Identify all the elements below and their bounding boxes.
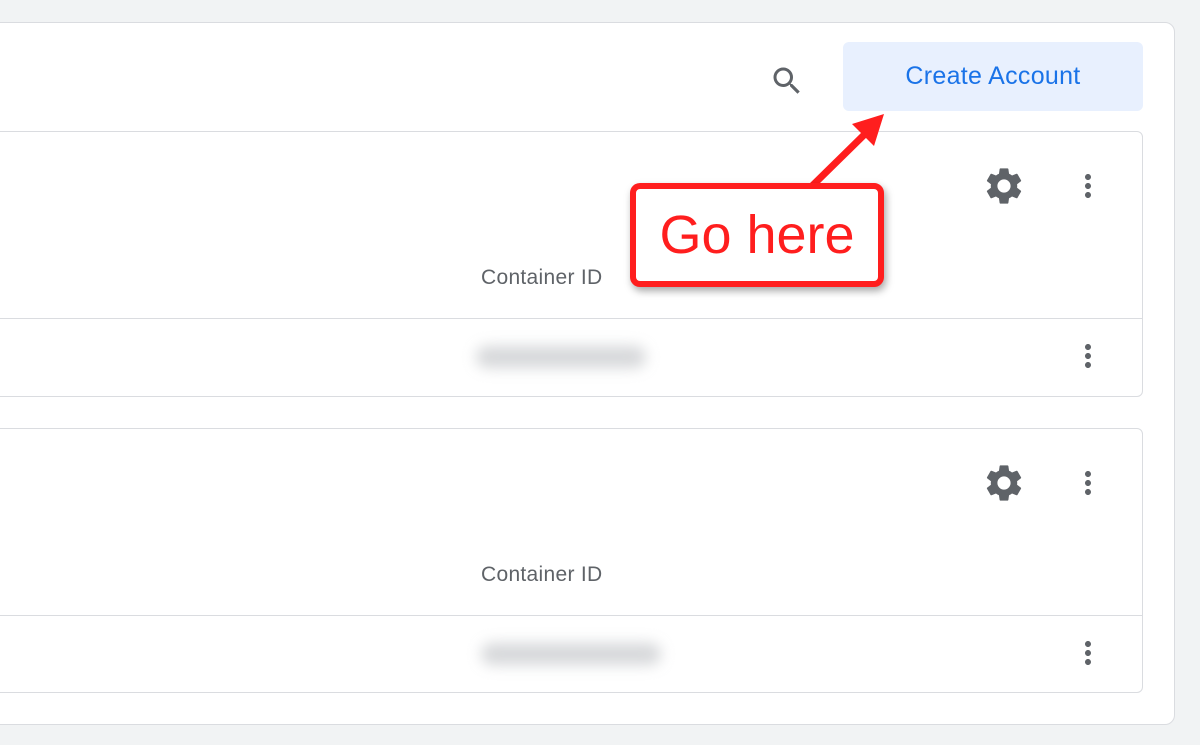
container-more-button[interactable] [1068, 629, 1108, 677]
go-here-callout: Go here [630, 183, 884, 287]
account-card: Container ID [0, 428, 1143, 693]
container-id-value [476, 346, 646, 368]
more-vert-icon [1085, 641, 1091, 665]
account-more-button[interactable] [1068, 459, 1108, 507]
container-id-column-label: Container ID [481, 266, 603, 289]
container-id-column-label: Container ID [481, 563, 603, 586]
account-card-header: Container ID [0, 132, 1142, 319]
more-vert-icon [1085, 344, 1091, 368]
container-row[interactable] [0, 318, 1142, 396]
container-id-value [481, 643, 661, 665]
container-more-button[interactable] [1068, 332, 1108, 380]
more-vert-icon [1085, 174, 1091, 198]
account-card-header: Container ID [0, 429, 1142, 616]
search-icon [773, 67, 800, 94]
gear-icon [986, 168, 1022, 204]
container-row[interactable] [0, 615, 1142, 692]
account-settings-button[interactable] [980, 162, 1028, 210]
search-button[interactable] [764, 58, 810, 104]
account-settings-button[interactable] [980, 459, 1028, 507]
more-vert-icon [1085, 471, 1091, 495]
create-account-button[interactable]: Create Account [843, 42, 1143, 111]
gear-icon [986, 465, 1022, 501]
account-more-button[interactable] [1068, 162, 1108, 210]
account-card: Container ID [0, 131, 1143, 397]
